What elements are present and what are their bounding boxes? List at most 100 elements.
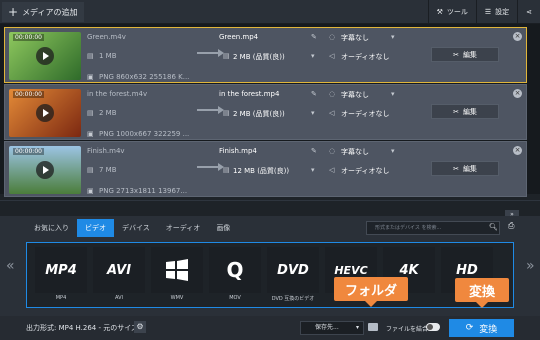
chevron-down-icon[interactable]: ▾: [391, 33, 395, 41]
add-media-label: メディアの追加: [22, 7, 78, 17]
share-button[interactable]: ⋖: [517, 0, 540, 24]
scroll-right-icon[interactable]: »: [526, 258, 535, 274]
save-to-select[interactable]: 保存先... ▾: [300, 321, 364, 335]
edit-label: 編集: [462, 107, 477, 116]
input-filename: in the forest.m4v: [87, 90, 148, 98]
audio-select[interactable]: オーディオなし: [341, 109, 390, 119]
merge-toggle[interactable]: [426, 323, 440, 331]
add-media-button[interactable]: + メディアの追加: [2, 2, 84, 22]
hd-logo: HD: [456, 262, 478, 278]
play-icon[interactable]: [36, 104, 54, 122]
subtitle-icon: ◌: [329, 90, 336, 98]
close-icon[interactable]: ×: [513, 32, 522, 41]
audio-icon: ◁: [329, 166, 335, 174]
convert-callout: 変換: [455, 278, 509, 308]
format-label: DVD 互換のビデオ: [271, 296, 315, 302]
folder-callout: フォルダ: [334, 277, 408, 307]
audio-select[interactable]: オーディオなし: [341, 166, 390, 176]
subtitle-select[interactable]: 字幕なし: [341, 90, 369, 100]
input-info: PNG 2713x1811 13967...: [99, 187, 188, 195]
format-label: WMV: [170, 295, 184, 301]
close-icon[interactable]: ×: [513, 89, 522, 98]
scissors-icon: ✂: [453, 50, 459, 59]
output-size[interactable]: 2 MB (品質(良)): [233, 109, 285, 119]
format-mp4[interactable]: MP4: [35, 247, 87, 293]
tools-button[interactable]: ⚒ ツール: [427, 0, 476, 24]
tab-video[interactable]: ビデオ: [77, 219, 114, 237]
output-filename[interactable]: in the forest.mp4: [219, 90, 279, 98]
input-filename: Green.m4v: [87, 33, 126, 41]
audio-icon: ◁: [329, 52, 335, 60]
windows-logo-icon: [166, 259, 188, 281]
chevron-down-icon[interactable]: ▾: [391, 147, 395, 155]
format-mov[interactable]: Q: [209, 247, 261, 293]
video-thumbnail[interactable]: 00:00:00: [9, 89, 81, 137]
arrow-icon: [197, 48, 225, 58]
pencil-icon[interactable]: ✎: [311, 147, 317, 155]
format-dvd[interactable]: DVD: [267, 247, 319, 293]
format-search-input[interactable]: 形式またはデバイス を検索...: [366, 221, 500, 235]
tools-icon: ⚒: [436, 8, 443, 16]
subtitle-select[interactable]: 字幕なし: [341, 147, 369, 157]
tab-devices[interactable]: デバイス: [114, 219, 158, 237]
tab-audio[interactable]: オーディオ: [157, 219, 209, 237]
scissors-icon: ✂: [453, 164, 459, 173]
pencil-icon[interactable]: ✎: [311, 33, 317, 41]
input-info: PNG 860x632 255186 K...: [99, 73, 190, 81]
format-avi[interactable]: AVI: [93, 247, 145, 293]
file-icon: ▤: [223, 166, 230, 174]
subtitle-icon: ◌: [329, 147, 336, 155]
play-icon[interactable]: [36, 47, 54, 65]
quicktime-logo-icon: Q: [226, 258, 244, 282]
close-icon[interactable]: ×: [513, 146, 522, 155]
video-thumbnail[interactable]: 00:00:00: [9, 32, 81, 80]
format-grid: MP4 MP4 AVI AVI WMV Q MOV DVD DVD 互換のビデオ…: [26, 242, 514, 308]
tab-images[interactable]: 画像: [208, 219, 239, 237]
thumbnail-time: 00:00:00: [13, 34, 44, 41]
file-icon: ▤: [87, 52, 94, 60]
convert-callout-text: 変換: [468, 284, 495, 300]
chevron-down-icon[interactable]: ▾: [311, 52, 315, 60]
edit-button[interactable]: ✂ 編集: [431, 104, 499, 119]
hevc-logo: HEVC: [334, 263, 368, 277]
file-row[interactable]: 00:00:00 in the forest.m4v ▤ 2 MB ▣ PNG …: [4, 84, 527, 140]
subtitle-select[interactable]: 字幕なし: [341, 33, 369, 43]
file-row[interactable]: 00:00:00 Green.m4v ▤ 1 MB ▣ PNG 860x632 …: [4, 27, 527, 83]
menu-icon: ☰: [484, 8, 492, 16]
divider: [0, 200, 540, 201]
folder-icon[interactable]: [368, 323, 378, 331]
arrow-icon: [197, 105, 225, 115]
output-filename[interactable]: Green.mp4: [219, 33, 258, 41]
image-icon: ▣: [87, 130, 94, 138]
device-detect-icon[interactable]: ⎙: [508, 221, 514, 231]
format-wmv[interactable]: [151, 247, 203, 293]
play-icon[interactable]: [36, 161, 54, 179]
tab-favorites[interactable]: お気に入り: [26, 219, 77, 237]
pencil-icon[interactable]: ✎: [311, 90, 317, 98]
mp4-logo: MP4: [45, 262, 77, 278]
image-icon: ▣: [87, 187, 94, 195]
convert-icon: ⟳: [465, 323, 474, 333]
edit-button[interactable]: ✂ 編集: [431, 161, 499, 176]
thumbnail-time: 00:00:00: [13, 91, 44, 98]
format-tabs: お気に入り ビデオ デバイス オーディオ 画像: [26, 219, 239, 237]
scroll-left-icon[interactable]: «: [6, 258, 15, 274]
output-filename[interactable]: Finish.mp4: [219, 147, 257, 155]
file-row[interactable]: 00:00:00 Finish.m4v ▤ 7 MB ▣ PNG 2713x18…: [4, 141, 527, 197]
settings-button[interactable]: ☰ 設定: [475, 0, 517, 24]
gear-icon[interactable]: ⚙: [134, 321, 146, 333]
chevron-down-icon[interactable]: ▾: [311, 166, 315, 174]
video-thumbnail[interactable]: 00:00:00: [9, 146, 81, 194]
chevron-down-icon[interactable]: ▾: [311, 109, 315, 117]
convert-button[interactable]: ⟳ 変換: [449, 319, 514, 337]
input-size: 7 MB: [99, 166, 117, 174]
file-icon: ▤: [223, 52, 230, 60]
audio-select[interactable]: オーディオなし: [341, 52, 390, 62]
settings-label: 設定: [495, 8, 510, 16]
edit-button[interactable]: ✂ 編集: [431, 47, 499, 62]
format-label: MOV: [229, 295, 241, 301]
search-icon[interactable]: 🔍︎: [489, 223, 498, 231]
output-size[interactable]: 2 MB (品質(良)): [233, 52, 285, 62]
chevron-down-icon[interactable]: ▾: [391, 90, 395, 98]
output-size[interactable]: 12 MB (品質(良)): [233, 166, 289, 176]
